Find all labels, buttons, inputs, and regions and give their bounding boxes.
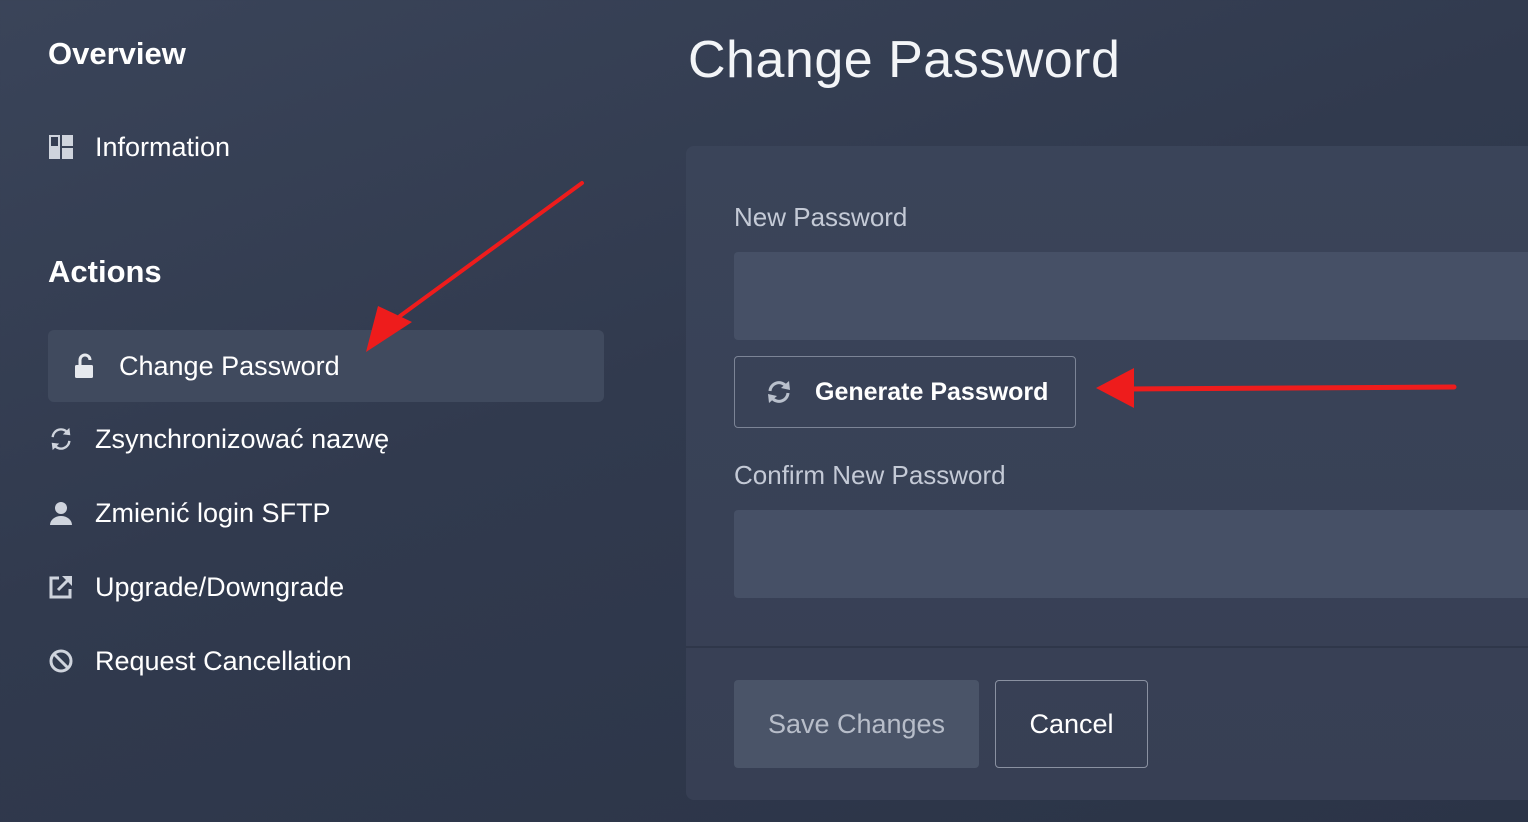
sidebar: Overview Information Actions Change Pass… — [0, 0, 640, 822]
new-password-input[interactable] — [734, 252, 1528, 340]
dashboard-icon — [48, 134, 74, 160]
sidebar-item-upgrade-downgrade[interactable]: Upgrade/Downgrade — [48, 551, 604, 623]
actions-title: Actions — [48, 254, 162, 289]
cancel-button[interactable]: Cancel — [995, 680, 1148, 768]
generate-password-button[interactable]: Generate Password — [734, 356, 1076, 428]
unlock-icon — [72, 353, 98, 379]
page-title: Change Password — [688, 31, 1121, 89]
sidebar-item-label: Change Password — [119, 350, 340, 381]
sidebar-item-sync-name[interactable]: Zsynchronizować nazwę — [48, 403, 604, 475]
generate-password-label: Generate Password — [815, 377, 1049, 406]
sidebar-item-label: Request Cancellation — [95, 645, 352, 676]
sidebar-item-label: Zsynchronizować nazwę — [95, 423, 390, 454]
sync-icon — [48, 426, 74, 452]
sidebar-item-change-password[interactable]: Change Password — [48, 330, 604, 402]
ban-icon — [48, 648, 74, 674]
overview-title: Overview — [48, 36, 186, 71]
refresh-icon — [765, 378, 793, 406]
confirm-password-label: Confirm New Password — [734, 460, 1006, 490]
confirm-password-input[interactable] — [734, 510, 1528, 598]
sidebar-item-label: Information — [95, 131, 231, 162]
sidebar-item-label: Upgrade/Downgrade — [95, 571, 345, 602]
change-password-form: New Password Generate Password Confirm N… — [686, 146, 1528, 800]
sidebar-item-label: Zmienić login SFTP — [95, 497, 331, 528]
user-icon — [48, 500, 74, 526]
sidebar-item-information[interactable]: Information — [48, 111, 604, 183]
sidebar-item-change-sftp-login[interactable]: Zmienić login SFTP — [48, 477, 604, 549]
sidebar-item-request-cancellation[interactable]: Request Cancellation — [48, 625, 604, 697]
form-divider — [686, 646, 1528, 648]
save-changes-button[interactable]: Save Changes — [734, 680, 979, 768]
external-link-icon — [48, 574, 74, 600]
new-password-label: New Password — [734, 202, 908, 232]
